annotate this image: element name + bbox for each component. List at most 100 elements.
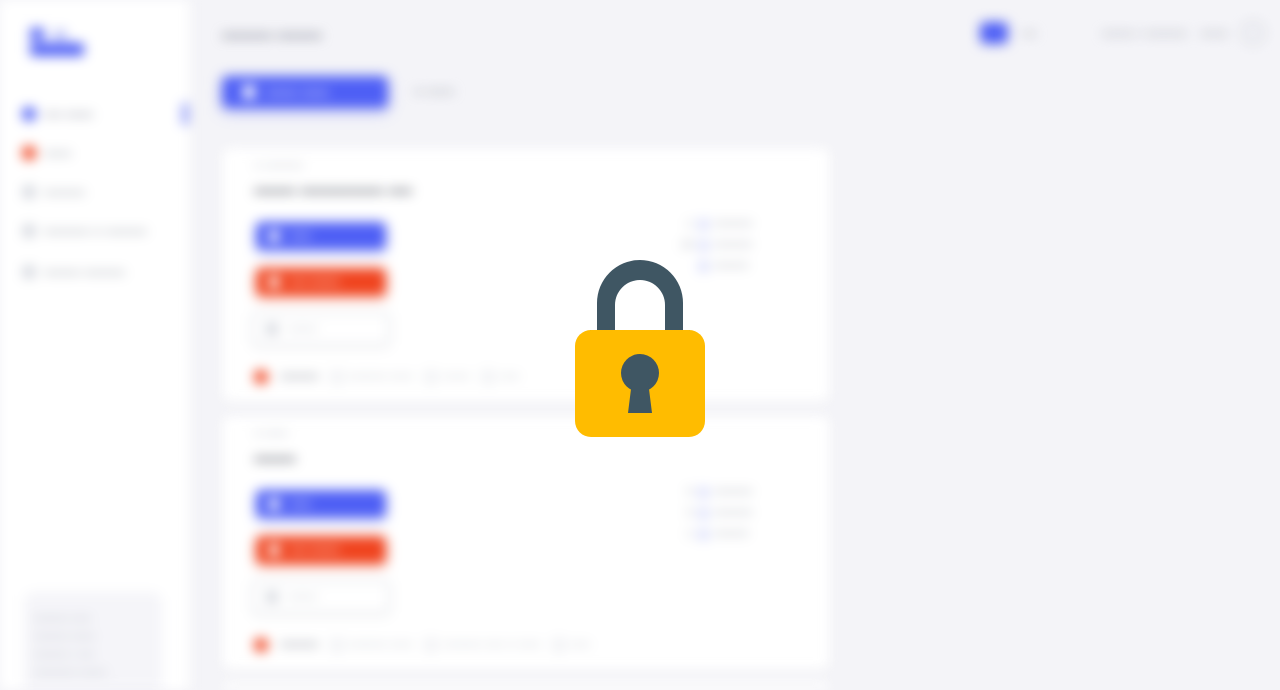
stat-value: 0 [686, 507, 693, 519]
footer-item[interactable]: ••••••• [425, 371, 470, 383]
footer-label: •••••••••• [280, 639, 319, 651]
create-button[interactable]: ••••••• •••••• [222, 76, 388, 108]
play-icon [268, 230, 280, 242]
footer-item[interactable]: ••••• [552, 639, 591, 651]
stat-value: 1 [686, 528, 693, 540]
stat-label: ••••••••• [714, 528, 749, 540]
wrench-icon [22, 265, 36, 279]
sidebar-item-tools[interactable]: •••••••• ••••••••• [22, 262, 187, 282]
footer-item[interactable]: •••••••••• •••••• [330, 371, 414, 383]
stat-value: 18 [680, 239, 693, 251]
fire-icon [254, 638, 268, 652]
page-title: ••••••••• •••••••• [222, 28, 322, 45]
open-button-label: ••••• [290, 229, 312, 243]
diamond-icon [697, 217, 710, 231]
card-title[interactable]: ••••••• •••••••••••••• •••• [254, 182, 412, 202]
promo-line: ••••••••• ••••• [34, 613, 91, 625]
danger-button-label: •••• ••••••• [290, 543, 340, 557]
sidebar-item-fire[interactable]: •••••• [22, 143, 187, 163]
promo-line: ••••••••• •••••• [34, 631, 95, 643]
clock-icon [22, 224, 36, 238]
logout-link[interactable]: •••••• [1201, 26, 1228, 41]
gear-icon [266, 323, 278, 335]
chart-icon [22, 185, 36, 199]
secondary-link[interactable]: •• •••••• [414, 84, 454, 99]
language-flag-icon[interactable] [980, 22, 1009, 44]
stat-label: •••••••••• [714, 507, 753, 519]
diamond-icon [697, 527, 710, 541]
list-item: •• •••••••••• ••••••• •••••••••••••• •••… [222, 148, 830, 402]
diamond-icon [697, 238, 710, 252]
footer-item[interactable]: •••••••••• •••••• [330, 639, 413, 651]
open-button[interactable]: ••••• [256, 490, 386, 518]
sidebar-item-label: •••••••• ••••••••• [44, 264, 125, 280]
danger-button[interactable]: •••• ••••••• [256, 268, 386, 296]
language-label[interactable]: ••• [1022, 26, 1036, 41]
footer-item-label: ••••• [500, 371, 520, 383]
diamond-icon [697, 485, 710, 499]
stat-label: •••••••••• [714, 218, 753, 230]
lock-icon[interactable] [575, 253, 705, 437]
sidebar-active-indicator [183, 103, 187, 125]
sidebar-item-label: •••• •••••• [44, 106, 94, 122]
create-button-label: ••••••• •••••• [266, 84, 329, 100]
secondary-button[interactable]: ••••••• [252, 580, 390, 614]
promo-line: ••••••••• • •••• [34, 649, 95, 661]
secondary-button[interactable]: ••••••• [252, 312, 390, 346]
card-title[interactable]: ••••••• [254, 450, 296, 470]
clock-icon [425, 639, 438, 651]
stat-label: •••••••••• [714, 239, 753, 251]
stat-label: ••••••••• [714, 260, 749, 272]
card-meta: •• •••••• [254, 428, 288, 440]
stat-value: 0 [686, 486, 693, 498]
sidebar-item-stats[interactable]: ••••••••• [22, 182, 187, 202]
danger-button[interactable]: •••• ••••••• [256, 536, 386, 564]
footer-item-label: •••••••••• ••••• •• •••••• [443, 639, 541, 651]
play-icon [268, 498, 280, 510]
fire-icon [268, 276, 280, 288]
header-actions: ••• ••••••• • ••••••••• •••••• [980, 22, 1264, 44]
stat-value: 1 [686, 218, 693, 230]
stat-row: 0 •••••••••• [677, 506, 778, 520]
sidebar-promo: ••••••••• ••••• ••••••••• •••••• •••••••… [24, 592, 162, 690]
sidebar-item-history[interactable]: •••••••••• •• ••••••••• [22, 221, 187, 241]
diamond-icon [697, 506, 710, 520]
stat-row: 18 •••••••••• [677, 238, 778, 252]
sidebar-item-label: •••••••••• •• ••••••••• [44, 223, 147, 239]
promo-line: ••••••••••• ••••••• [34, 667, 107, 679]
stat-row: 0 •••••••••• [677, 485, 778, 499]
footer-item-label: ••••• [570, 639, 591, 651]
card-stats: 0 •••••••••• 0 •••••••••• 1 ••••••••• [677, 485, 778, 541]
card-footer: •••••••••• •••••••••• •••••• •••••••••• … [254, 638, 590, 652]
card-meta: •• •••••••••• [254, 160, 304, 172]
footer-item[interactable]: •••••••••• ••••• •• •••••• [425, 639, 541, 651]
home-icon [22, 107, 36, 121]
app-logo[interactable] [28, 26, 86, 58]
stat-row: 1 ••••••••• [677, 527, 778, 541]
gear-icon [266, 591, 278, 603]
footer-item-label: •••••••••• •••••• [348, 371, 414, 383]
sidebar-item-home[interactable]: •••• •••••• [22, 104, 187, 124]
open-button[interactable]: ••••• [256, 222, 386, 250]
sidebar-item-label: •••••• [44, 145, 72, 161]
stat-row: 1 •••••••••• [677, 217, 778, 231]
user-icon [482, 371, 495, 383]
secondary-button-label: ••••••• [288, 322, 318, 336]
sidebar-item-label: ••••••••• [44, 184, 85, 200]
card-footer: •••••••••• •••••••••• •••••• ••••••• •••… [254, 370, 519, 384]
user-icon [552, 639, 565, 651]
calendar-icon [330, 371, 343, 383]
footer-label: •••••••••• [280, 371, 319, 383]
fire-icon [254, 370, 268, 384]
stat-label: •••••••••• [714, 486, 753, 498]
fire-icon [22, 146, 36, 160]
footer-item-label: ••••••• [443, 371, 471, 383]
account-label[interactable]: ••••••• • ••••••••• [1102, 26, 1187, 41]
list-item: •• •••••• ••••••• ••••• •••• ••••••• •••… [222, 416, 830, 670]
logout-icon[interactable] [1242, 22, 1264, 44]
fire-icon [268, 544, 280, 556]
clock-icon [425, 371, 438, 383]
calendar-icon [330, 639, 343, 651]
plus-icon [242, 85, 256, 99]
footer-item[interactable]: ••••• [482, 371, 519, 383]
